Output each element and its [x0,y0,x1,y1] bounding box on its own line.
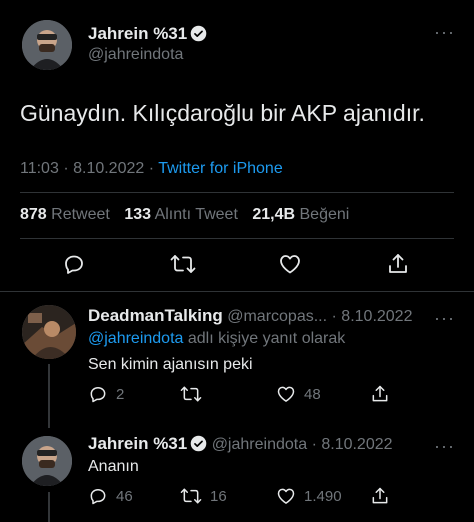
like-button[interactable]: 1.490 [276,486,342,506]
reply-date[interactable]: 8.10.2022 [341,308,412,325]
reply-icon [90,387,106,403]
author-handle[interactable]: @jahreindota [88,46,207,64]
reply-author-handle[interactable]: @marcopas... [227,308,327,325]
reply-button[interactable]: 46 [88,486,133,506]
author-name[interactable]: Jahrein %31 [88,24,187,43]
author-avatar[interactable] [22,20,72,70]
divider [20,192,454,193]
reply-text: Sen kimin ajanısın peki [88,356,253,373]
tweet-time[interactable]: 11:03 [20,160,59,177]
reply-icon [65,255,83,274]
like-button[interactable] [278,252,302,276]
replying-to: @jahreindota adlı kişiye yanıt olarak [88,330,345,348]
reply-action-bar: 46 16 1.490 [0,486,474,508]
verified-badge-icon [190,435,207,452]
like-button[interactable]: 48 [276,384,321,404]
meta-separator: · [331,308,337,325]
like-icon [280,255,300,274]
reply-count: 46 [116,487,133,505]
replying-to-handle[interactable]: @jahreindota [88,330,183,347]
retweet-icon [170,255,196,273]
tweet-date[interactable]: 8.10.2022 [73,160,144,177]
retweet-icon [180,386,202,402]
retweets-stat[interactable]: 878 Retweet [20,206,110,223]
more-icon[interactable]: ··· [434,22,455,43]
reply-button[interactable]: 2 [88,384,124,404]
divider [0,291,474,292]
meta-separator: · [311,436,317,453]
share-button[interactable] [370,486,390,506]
meta-separator: · [63,160,69,177]
divider [20,238,454,239]
retweet-button[interactable]: 16 [180,486,227,506]
reply-avatar[interactable] [22,436,72,486]
reply-author-name[interactable]: DeadmanTalking [88,306,223,325]
more-icon[interactable]: ··· [434,308,455,329]
reply-icon [90,489,106,505]
tweet-text: Günaydın. Kılıçdaroğlu bir AKP ajanıdır. [20,100,425,126]
reply-header: Jahrein %31 @jahreindota · 8.10.2022 [88,434,393,454]
tweet-stats: 878 Retweet 133 Alıntı Tweet 21,4B Beğen… [20,206,349,224]
reply-author-name[interactable]: Jahrein %31 [88,434,187,453]
share-icon [389,254,407,273]
like-icon [277,386,295,402]
like-count: 48 [304,385,321,403]
tweet-meta: 11:03 · 8.10.2022 · Twitter for iPhone [20,160,283,178]
retweet-icon [180,488,202,504]
reply-action-bar: 2 48 [0,384,474,406]
meta-separator: · [148,160,155,177]
quotes-stat[interactable]: 133 Alıntı Tweet [124,206,238,223]
likes-stat[interactable]: 21,4B Beğeni [252,206,349,223]
reply-count: 2 [116,385,125,403]
reply-author-handle[interactable]: @jahreindota [212,436,307,453]
reply-text: Ananın [88,458,139,475]
author-info: Jahrein %31 @jahreindota [88,24,207,64]
tweet-source-link[interactable]: Twitter for iPhone [158,160,283,177]
verified-badge-icon [190,25,207,42]
like-count: 1.490 [304,487,342,505]
main-action-bar [0,252,474,278]
retweet-button[interactable] [180,384,210,404]
share-button[interactable] [370,384,390,404]
reply-button[interactable] [62,252,86,276]
replying-to-suffix: adlı kişiye yanıt olarak [183,330,346,347]
reply-date[interactable]: 8.10.2022 [321,436,392,453]
reply-header: DeadmanTalking @marcopas... · 8.10.2022 [88,306,412,326]
like-icon [277,488,295,504]
more-icon[interactable]: ··· [434,436,455,457]
share-button[interactable] [386,252,410,276]
retweet-button[interactable] [170,252,196,276]
retweet-count: 16 [210,487,227,505]
share-icon [372,487,388,504]
reply-avatar[interactable] [22,305,76,359]
share-icon [372,385,388,402]
